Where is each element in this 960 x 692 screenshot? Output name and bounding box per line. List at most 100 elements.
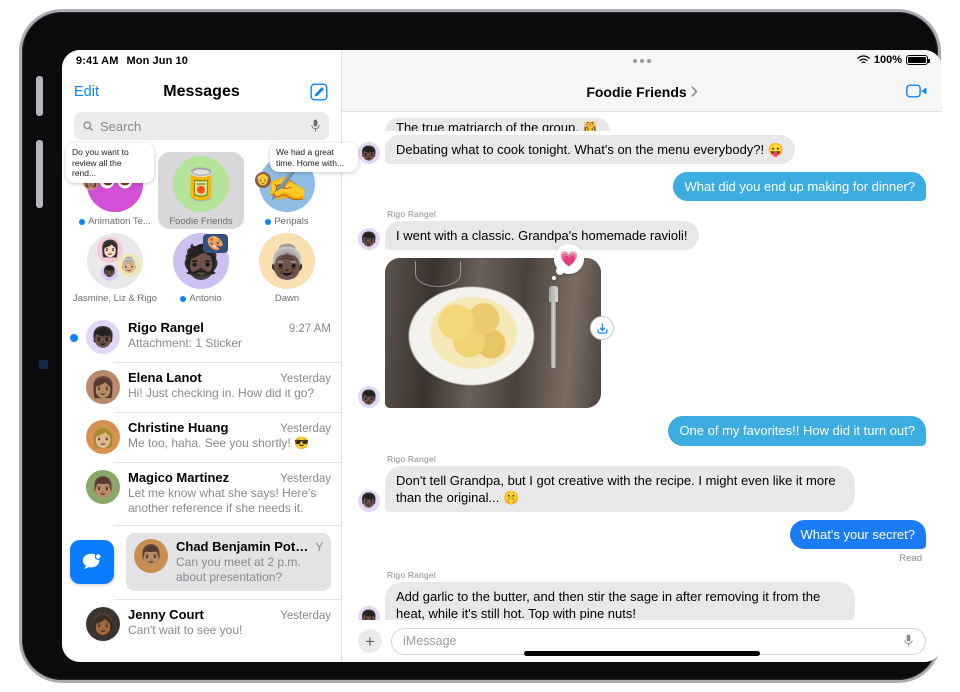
message-row-m3[interactable]: 👦🏿 I went with a classic. Grandpa's home… bbox=[358, 221, 926, 251]
message-row-m1[interactable]: 👦🏿 Debating what to cook tonight. What's… bbox=[358, 135, 926, 165]
search-input[interactable]: Search bbox=[74, 112, 329, 140]
message-block-m6: Rigo Rangel 👦🏿 Don't tell Grandpa, but I… bbox=[358, 454, 926, 520]
facetime-video-icon[interactable] bbox=[906, 83, 928, 99]
conversation-time: Y bbox=[315, 541, 323, 554]
avatar-emoji: 👩🏽 bbox=[90, 376, 116, 399]
avatar-emoji: 👦🏿 bbox=[90, 326, 116, 349]
pin-label: Foodie Friends bbox=[169, 216, 232, 227]
messages-sidebar: 9:41 AM Mon Jun 10 Edit Messages Search … bbox=[62, 50, 358, 662]
conversation-body: Elena Lanot Yesterday Hi! Just checking … bbox=[128, 370, 331, 401]
message-block-m3: Rigo Rangel 👦🏿 I went with a classic. Gr… bbox=[358, 209, 926, 258]
pinned-conversation-jasmine-liz-rigo[interactable]: 👩🏻 👵🏼 👦🏿 Jasmine, Liz & Rigo bbox=[72, 229, 158, 306]
message-bubble[interactable]: I went with a classic. Grandpa's homemad… bbox=[385, 221, 699, 251]
conversation-row-elena-lanot[interactable]: 👩🏽 Elena Lanot Yesterday Hi! Just checki… bbox=[62, 362, 341, 412]
conversation-row-jenny-court[interactable]: 👩🏾 Jenny Court Yesterday Can't wait to s… bbox=[62, 599, 341, 649]
chat-title[interactable]: Foodie Friends bbox=[586, 84, 697, 100]
message-bubble[interactable]: Don't tell Grandpa, but I got creative w… bbox=[385, 465, 855, 512]
edit-button[interactable]: Edit bbox=[74, 84, 99, 100]
compose-icon[interactable] bbox=[309, 82, 329, 102]
pinned-conversations: Do you want to review all the rend... An… bbox=[62, 143, 358, 312]
avatar: 🥫 bbox=[173, 156, 229, 212]
conversation-preview: Me too, haha. See you shortly! 😎 bbox=[128, 436, 310, 450]
pin-name: Jasmine, Liz & Rigo bbox=[73, 293, 157, 304]
message-thread[interactable]: The true matriarch of the group. 👸 👦🏿 De… bbox=[342, 112, 942, 620]
pin-label: Animation Te... bbox=[79, 216, 151, 227]
home-indicator[interactable] bbox=[524, 651, 760, 656]
multitasking-dots-icon[interactable] bbox=[633, 59, 651, 63]
message-row-m5[interactable]: One of my favorites!! How did it turn ou… bbox=[358, 416, 926, 446]
conversation-list[interactable]: 👦🏿 Rigo Rangel 9:27 AM Attachment: 1 Sti… bbox=[62, 312, 341, 662]
avatar: 👨🏽 bbox=[86, 470, 120, 504]
message-bubble[interactable]: Debating what to cook tonight. What's on… bbox=[385, 135, 795, 165]
message-row-m7[interactable]: What's your secret? bbox=[358, 519, 926, 550]
sender-name: Rigo Rangel bbox=[387, 209, 436, 220]
microphone-icon bbox=[311, 119, 320, 132]
conversation-header: Jenny Court Yesterday bbox=[128, 607, 331, 622]
bezel-indicator bbox=[39, 360, 48, 369]
device-stage: 9:41 AM Mon Jun 10 Edit Messages Search … bbox=[0, 0, 960, 692]
conversation-name: Magico Martinez bbox=[128, 470, 230, 485]
tomato-can-emoji: 🥫 bbox=[181, 166, 221, 202]
conversation-time: Yesterday bbox=[280, 473, 331, 485]
conversation-time: Yesterday bbox=[280, 373, 331, 385]
status-date: Mon Jun 10 bbox=[126, 55, 188, 67]
message-bubble[interactable]: What did you end up making for dinner? bbox=[673, 172, 926, 202]
pinned-conversation-foodie-friends[interactable]: 🥫 Foodie Friends bbox=[158, 152, 244, 229]
photo-attachment[interactable] bbox=[385, 258, 601, 409]
ipad-screen: 9:41 AM Mon Jun 10 Edit Messages Search … bbox=[62, 50, 942, 662]
pinned-conversation-antonio[interactable]: 🧔🏿 🎨 Antonio bbox=[158, 229, 244, 306]
message-bubble[interactable]: One of my favorites!! How did it turn ou… bbox=[668, 416, 926, 446]
group-avatar-3: 👦🏿 bbox=[101, 264, 118, 281]
conversation-name: Jenny Court bbox=[128, 607, 204, 623]
conversation-time: Yesterday bbox=[280, 423, 331, 435]
message-row-m6[interactable]: 👦🏿 Don't tell Grandpa, but I got creativ… bbox=[358, 465, 926, 512]
battery-percent: 100% bbox=[873, 54, 902, 66]
save-to-photos-icon[interactable] bbox=[590, 316, 614, 341]
conversation-row-magico-martinez[interactable]: 👨🏽 Magico Martinez Yesterday Let me know… bbox=[62, 462, 341, 525]
plus-attachment-icon[interactable]: + bbox=[358, 629, 382, 653]
sender-name: Rigo Rangel bbox=[387, 453, 436, 464]
message-bubble[interactable]: What's your secret? bbox=[789, 519, 926, 550]
avatar-emoji: 👨🏽 bbox=[90, 476, 116, 499]
ravioli-photo-art bbox=[385, 258, 601, 409]
message-row-m8[interactable]: 👦🏿 Add garlic to the butter, and then st… bbox=[358, 582, 926, 620]
message-bubble[interactable]: Add garlic to the butter, and then stir … bbox=[385, 582, 855, 620]
conversation-row-chad-benjamin-potter[interactable]: 👨🏽 Chad Benjamin Potter Y Can you meet a… bbox=[62, 524, 341, 600]
conversation-name: Chad Benjamin Potter bbox=[176, 538, 310, 554]
message-row-m2[interactable]: What did you end up making for dinner? bbox=[358, 172, 926, 202]
pinned-conversation-animation-team[interactable]: Do you want to review all the rend... An… bbox=[66, 143, 158, 229]
sidebar-nav-bar: Edit Messages bbox=[62, 72, 341, 112]
avatar: 👦🏿 bbox=[358, 142, 380, 165]
conversation-row-rigo-rangel[interactable]: 👦🏿 Rigo Rangel 9:27 AM Attachment: 1 Sti… bbox=[62, 312, 341, 362]
conversation-header: Rigo Rangel 9:27 AM bbox=[128, 320, 331, 335]
pinned-conversation-dawn[interactable]: 👵🏿 Dawn bbox=[244, 229, 330, 306]
volume-up-button[interactable] bbox=[36, 76, 43, 116]
avatar: 👦🏿 bbox=[358, 606, 380, 620]
message-row-m4-photo[interactable]: 👦🏿 💗 bbox=[358, 244, 926, 409]
conversation-name: Christine Huang bbox=[128, 420, 229, 435]
volume-down-button[interactable] bbox=[36, 140, 43, 208]
conversation-time: Yesterday bbox=[280, 610, 331, 623]
pin-label: Jasmine, Liz & Rigo bbox=[73, 293, 157, 304]
status-indicators: 100% bbox=[857, 54, 930, 66]
conversation-row-christine-huang[interactable]: 👩🏼 Christine Huang Yesterday Me too, hah… bbox=[62, 412, 341, 462]
page-title: Messages bbox=[163, 83, 240, 100]
unread-dot bbox=[79, 218, 86, 225]
sender-name: Rigo Rangel bbox=[387, 570, 436, 581]
conversation-body: Magico Martinez Yesterday Let me know wh… bbox=[128, 470, 331, 517]
sticker-preview: 🎨 bbox=[203, 234, 228, 253]
message-bubble-icon[interactable] bbox=[70, 540, 114, 585]
pin-label: Antonio bbox=[180, 293, 222, 304]
avatar: 👵🏿 bbox=[259, 233, 315, 289]
pin-label: Penpals bbox=[265, 216, 309, 227]
conversation-time: 9:27 AM bbox=[288, 323, 331, 335]
group-avatar-2: 👵🏼 bbox=[117, 253, 141, 277]
unread-dot bbox=[70, 334, 78, 342]
dot bbox=[640, 59, 644, 63]
pin-preview-bubble: We had a great time. Home with... bbox=[270, 143, 358, 173]
pinned-row-2: 👩🏻 👵🏼 👦🏿 Jasmine, Liz & Rigo 🧔🏿 🎨 Antoni… bbox=[72, 229, 331, 306]
avatar: 👩🏾 bbox=[86, 607, 120, 642]
pinned-conversation-penpals[interactable]: We had a great time. Home with... ✍️ 👴 P… bbox=[244, 143, 358, 229]
conversation-body: Rigo Rangel 9:27 AM Attachment: 1 Sticke… bbox=[128, 320, 331, 351]
avatar: 👦🏿 bbox=[358, 386, 380, 409]
